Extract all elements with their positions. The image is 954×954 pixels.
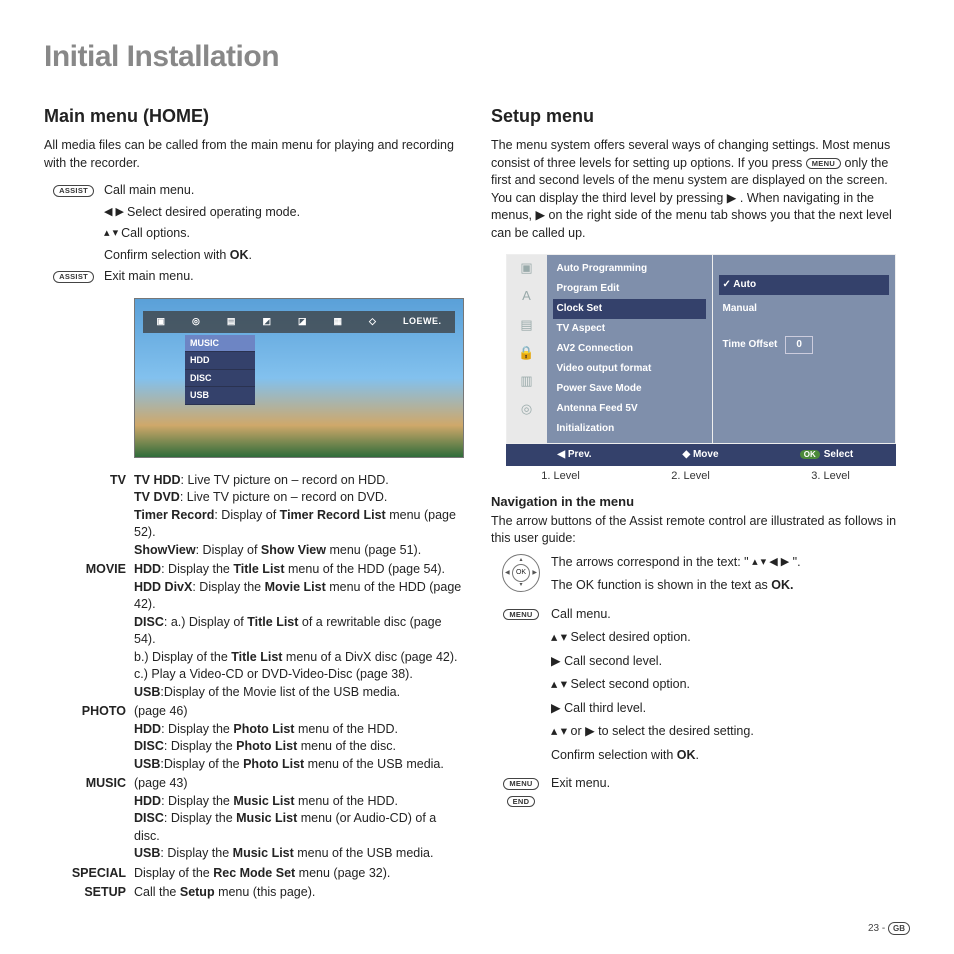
menu-button-icon: MENU	[503, 778, 538, 790]
term-tv: TV	[44, 472, 134, 562]
hint-prev: ◀ Prev.	[512, 448, 638, 462]
setup-item: AV2 Connection	[553, 339, 706, 359]
body-tv: TV HDD: Live TV picture on – record on H…	[134, 472, 463, 562]
setup-item: Auto Programming	[553, 259, 706, 279]
hint-select: OKSelect	[764, 448, 890, 462]
assist-button-icon: ASSIST	[53, 185, 94, 197]
home-menu-screenshot: ▣ ◎ ▤ ◩ ◪ ▦ ◇ LOEWE. MUSIC HDD DISC USB	[134, 298, 464, 458]
left-right-arrow-icon: ◀ ▶	[104, 206, 127, 218]
nav-arrows-line: The arrows correspond in the text: " ▴ ▾…	[551, 554, 801, 572]
body-setup: Call the Setup menu (this page).	[134, 884, 463, 904]
setup-time-offset: Time Offset 0	[719, 333, 889, 357]
nav-exit: Exit menu.	[551, 775, 801, 793]
time-offset-value: 0	[785, 336, 813, 354]
nav-select-second: ▴ ▾ Select second option.	[551, 676, 801, 694]
main-menu-steps: ASSIST Call main menu. ◀ ▶ Select desire…	[44, 182, 300, 290]
setup-item-selected: Clock Set	[553, 299, 706, 319]
main-menu-intro: All media files can be called from the m…	[44, 137, 463, 172]
tv-dropdown: MUSIC HDD DISC USB	[185, 335, 255, 405]
top-icon: ◇	[369, 315, 376, 328]
setup-option-auto: ✓ Auto	[719, 275, 889, 295]
body-movie: HDD: Display the Title List menu of the …	[134, 561, 463, 703]
nav-call-third: ▶ Call third level.	[551, 700, 801, 718]
step-call-options: ▴ ▾ Call options.	[104, 225, 300, 247]
term-movie: MOVIE	[44, 561, 134, 703]
level-labels: 1. Level 2. Level 3. Level	[506, 469, 896, 484]
menu-description-list: TV TV HDD: Live TV picture on – record o…	[44, 472, 463, 904]
step-select-mode: ◀ ▶ Select desired operating mode.	[104, 204, 300, 226]
navigation-intro: The arrow buttons of the Assist remote c…	[491, 513, 910, 548]
top-icon: ◩	[262, 315, 271, 328]
term-setup: SETUP	[44, 884, 134, 904]
step-confirm: Confirm selection with OK.	[104, 247, 300, 269]
setup-item: TV Aspect	[553, 319, 706, 339]
hint-move: ◆ Move	[638, 448, 764, 462]
setup-level3-list: ✓ Auto Manual Time Offset 0	[712, 255, 895, 443]
menu-button-icon: MENU	[806, 158, 841, 170]
tuner-icon: ▣	[520, 259, 532, 277]
lock-icon: 🔒	[518, 344, 534, 362]
nav-confirm: Confirm selection with OK.	[551, 747, 801, 765]
tv-dropdown-item: USB	[185, 387, 255, 405]
two-column-layout: Main menu (HOME) All media files can be …	[44, 104, 910, 904]
tv-dropdown-item: HDD	[185, 352, 255, 370]
top-icon: ▦	[334, 315, 343, 328]
top-icon: ▤	[227, 315, 236, 328]
page-title: Initial Installation	[44, 36, 910, 78]
top-icon: ◪	[298, 315, 307, 328]
menu-button-icon: MENU	[503, 609, 538, 621]
step-call-main: Call main menu.	[104, 182, 300, 204]
disc-icon: ▥	[520, 372, 532, 390]
tv-dropdown-title: MUSIC	[185, 335, 255, 353]
main-menu-heading: Main menu (HOME)	[44, 104, 463, 129]
term-music: MUSIC	[44, 775, 134, 865]
navigation-steps: ▴▾◀▶ The arrows correspond in the text: …	[491, 554, 801, 816]
dpad-ok-icon: ▴▾◀▶	[502, 554, 540, 592]
setup-menu-screenshot: ▣ A ▤ 🔒 ▥ ◎ Auto Programming Program Edi…	[506, 254, 896, 484]
term-photo: PHOTO	[44, 703, 134, 775]
tv-dropdown-item: DISC	[185, 370, 255, 388]
lang-badge: GB	[888, 922, 910, 935]
nav-select-option: ▴ ▾ Select desired option.	[551, 629, 801, 647]
setup-item: Antenna Feed 5V	[553, 399, 706, 419]
rec-icon: ◎	[521, 400, 532, 418]
nav-ok-line: The OK function is shown in the text as …	[551, 577, 801, 595]
column-right: Setup menu The menu system offers severa…	[491, 104, 910, 904]
end-button-icon: END	[507, 796, 536, 808]
body-photo: (page 46) HDD: Display the Photo List me…	[134, 703, 463, 775]
letter-a-icon: A	[522, 287, 531, 305]
setup-menu-intro: The menu system offers several ways of c…	[491, 137, 910, 242]
setup-option-manual: Manual	[719, 299, 889, 319]
setup-item: Initialization	[553, 419, 706, 439]
setup-menu-heading: Setup menu	[491, 104, 910, 129]
term-special: SPECIAL	[44, 865, 134, 885]
nav-call-second: ▶ Call second level.	[551, 653, 801, 671]
navigation-subhead: Navigation in the menu	[491, 493, 910, 511]
nav-call-menu: Call menu.	[551, 606, 801, 624]
ok-pill-icon: OK	[800, 450, 820, 459]
step-exit-main: Exit main menu.	[104, 268, 300, 290]
body-special: Display of the Rec Mode Set menu (page 3…	[134, 865, 463, 885]
setup-level1-icons: ▣ A ▤ 🔒 ▥ ◎	[507, 255, 547, 443]
page-footer: 23 - GB	[868, 922, 910, 936]
up-down-arrow-icon: ▴ ▾	[104, 227, 121, 239]
brand-logo: LOEWE.	[403, 315, 442, 328]
top-icon: ◎	[192, 315, 200, 328]
setup-footer-hints: ◀ Prev. ◆ Move OKSelect	[506, 444, 896, 466]
setup-level2-list: Auto Programming Program Edit Clock Set …	[547, 255, 712, 443]
setup-item: Program Edit	[553, 279, 706, 299]
top-icon: ▣	[157, 315, 166, 328]
setup-item: Power Save Mode	[553, 379, 706, 399]
display-icon: ▤	[520, 316, 532, 334]
nav-select-setting: ▴ ▾ or ▶ to select the desired setting.	[551, 723, 801, 741]
body-music: (page 43) HDD: Display the Music List me…	[134, 775, 463, 865]
setup-item: Video output format	[553, 359, 706, 379]
column-left: Main menu (HOME) All media files can be …	[44, 104, 463, 904]
assist-button-icon: ASSIST	[53, 271, 94, 283]
